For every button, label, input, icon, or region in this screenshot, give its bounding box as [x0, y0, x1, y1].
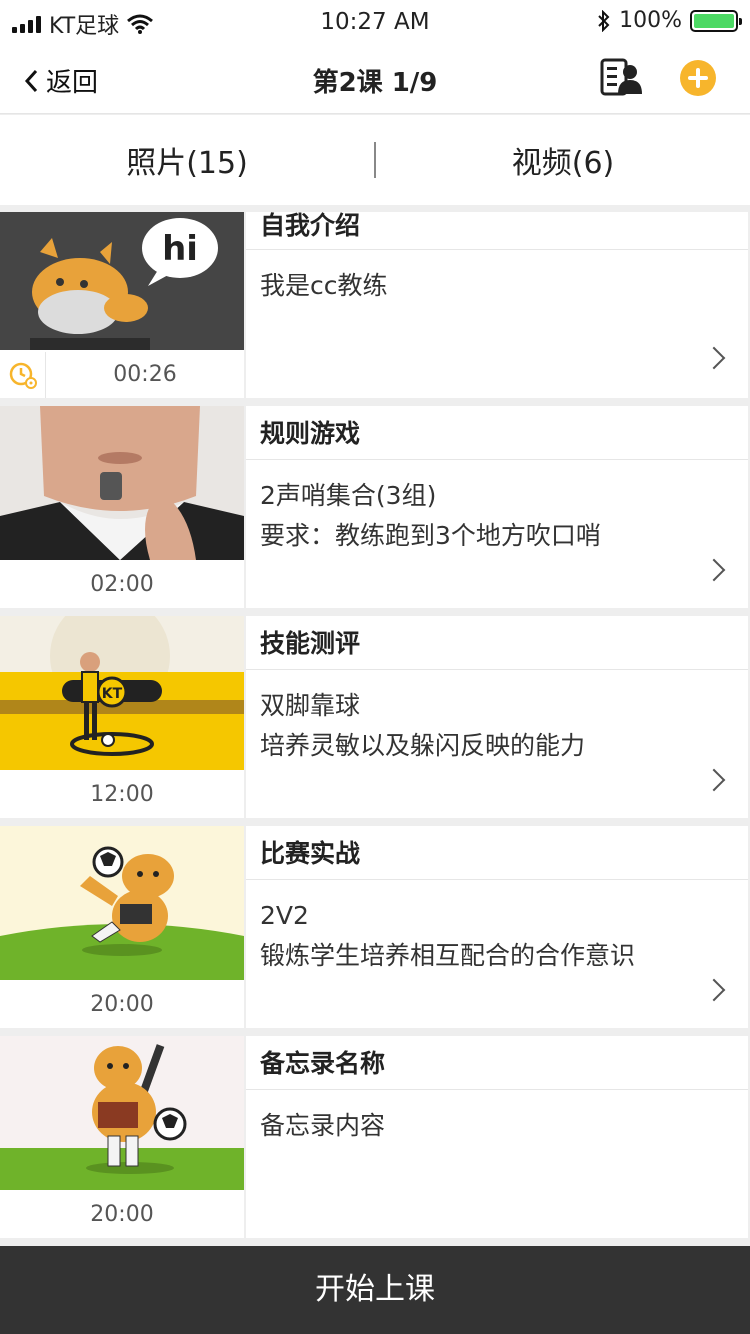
lesson-info: 自我介绍 我是cc教练: [246, 212, 748, 398]
lesson-desc-line: 培养灵敏以及躲闪反映的能力: [260, 731, 586, 760]
nav-bar: 返回 第2课 1/9: [0, 44, 750, 114]
lesson-desc-line: 2声哨集合(3组): [260, 481, 437, 510]
media-tabs: 照片(15) 视频(6): [0, 115, 750, 205]
lesson-desc: 我是cc教练: [246, 250, 748, 306]
lesson-thumbnail: KT 12:00: [0, 616, 244, 818]
lesson-duration: 00:26: [46, 352, 244, 398]
status-right: 100%: [597, 8, 742, 33]
lesson-desc-line: 我是cc教练: [260, 271, 388, 300]
lesson-desc: 备忘录内容: [246, 1090, 748, 1146]
lesson-desc-line: 双脚靠球: [260, 691, 361, 720]
bluetooth-icon: [598, 9, 610, 32]
tab-videos[interactable]: 视频(6): [376, 138, 750, 182]
lesson-desc: 双脚靠球 培养灵敏以及躲闪反映的能力: [246, 670, 748, 766]
lesson-title: 规则游戏: [246, 406, 748, 460]
kt-badge-text: KT: [102, 686, 123, 702]
lesson-info: 备忘录名称 备忘录内容: [246, 1036, 748, 1238]
start-class-button[interactable]: 开始上课: [0, 1246, 750, 1334]
lesson-desc-line: 2V2: [260, 901, 309, 930]
lesson-desc-line: 锻炼学生培养相互配合的合作意识: [260, 941, 636, 970]
chevron-right-icon: [702, 558, 726, 582]
lesson-info: 技能测评 双脚靠球 培养灵敏以及躲闪反映的能力: [246, 616, 748, 818]
lesson-thumbnail: 20:00: [0, 826, 244, 1028]
lesson-duration: 12:00: [0, 772, 244, 818]
tab-photos[interactable]: 照片(15): [0, 138, 374, 182]
lesson-card[interactable]: 02:00 规则游戏 2声哨集合(3组) 要求：教练跑到3个地方吹口哨: [0, 406, 748, 608]
lesson-desc: 2声哨集合(3组) 要求：教练跑到3个地方吹口哨: [246, 460, 748, 556]
lesson-thumbnail: 02:00: [0, 406, 244, 608]
cheetah-kick-image: [0, 826, 244, 980]
lesson-info: 比赛实战 2V2 锻炼学生培养相互配合的合作意识: [246, 826, 748, 1028]
lesson-desc: 2V2 锻炼学生培养相互配合的合作意识: [246, 880, 748, 976]
whistle-coach-image: [0, 406, 244, 560]
back-label: 返回: [46, 68, 99, 98]
chevron-left-icon: [24, 69, 38, 92]
chevron-right-icon: [702, 978, 726, 1002]
lesson-title: 技能测评: [246, 616, 748, 670]
lesson-thumbnail: hi 00:26: [0, 212, 244, 398]
status-bar: KT足球 10:27 AM 100%: [0, 0, 750, 44]
timer-settings-icon[interactable]: [0, 352, 46, 398]
lesson-title: 备忘录名称: [246, 1036, 748, 1090]
cheetah-memo-image: [0, 1036, 244, 1190]
lesson-card[interactable]: 20:00 备忘录名称 备忘录内容: [0, 1036, 748, 1238]
lesson-info: 规则游戏 2声哨集合(3组) 要求：教练跑到3个地方吹口哨: [246, 406, 748, 608]
back-button[interactable]: 返回: [24, 62, 98, 99]
chevron-right-icon: [702, 768, 726, 792]
lesson-thumbnail: 20:00: [0, 1036, 244, 1238]
lesson-card[interactable]: KT 12:00 技能测评 双脚靠球 培养灵敏以及躲闪反映的能力: [0, 616, 748, 818]
roster-icon[interactable]: [600, 58, 642, 96]
lesson-duration: 20:00: [0, 982, 244, 1028]
chevron-right-icon: [702, 346, 726, 370]
lesson-desc-line: 备忘录内容: [260, 1111, 386, 1140]
lesson-card[interactable]: hi 00:26 自我介绍 我是cc教练: [0, 212, 748, 398]
battery-icon: [690, 9, 742, 32]
lesson-title: 比赛实战: [246, 826, 748, 880]
battery-percent: 100%: [619, 8, 682, 33]
lesson-duration: 02:00: [0, 562, 244, 608]
lesson-title: 自我介绍: [246, 212, 748, 250]
skill-test-image: KT: [0, 616, 244, 770]
add-icon[interactable]: [680, 60, 716, 96]
lesson-card[interactable]: 20:00 比赛实战 2V2 锻炼学生培养相互配合的合作意识: [0, 826, 748, 1028]
bubble-text: hi: [162, 229, 198, 269]
lesson-desc-line: 要求：教练跑到3个地方吹口哨: [260, 521, 601, 550]
page-title: 第2课 1/9: [312, 68, 438, 98]
lesson-duration: 20:00: [0, 1192, 244, 1238]
cheetah-hi-image: hi: [0, 212, 244, 350]
